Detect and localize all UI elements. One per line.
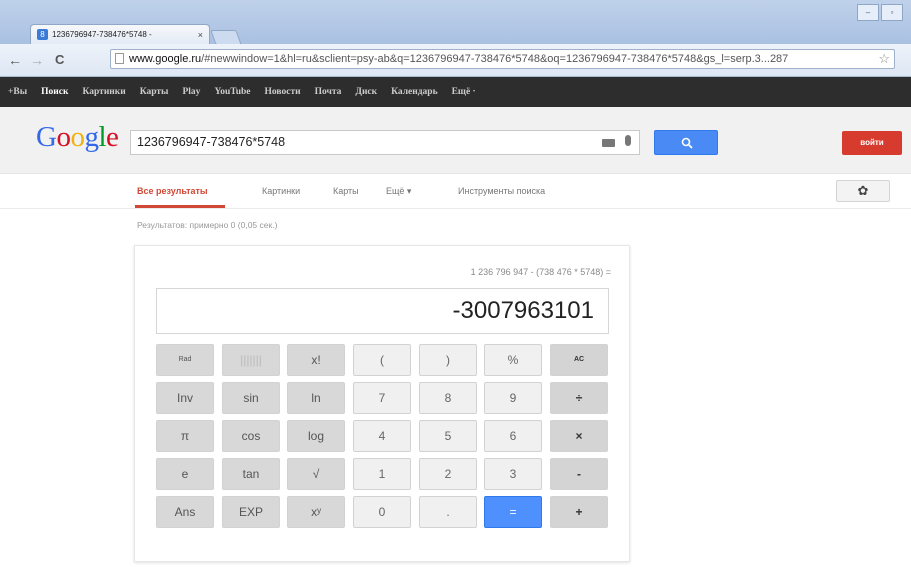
key-power-button[interactable]: xʸ: [287, 496, 345, 528]
key-ln-button[interactable]: ln: [287, 382, 345, 414]
key-7-button[interactable]: 7: [353, 382, 411, 414]
tab-title: 1236796947-738476*5748 -: [52, 30, 152, 39]
key-close-paren-button[interactable]: ): [419, 344, 477, 376]
window-controls: – ▫: [857, 4, 903, 21]
new-tab-button[interactable]: [210, 30, 242, 45]
key-3-button[interactable]: 3: [484, 458, 542, 490]
gbar-item[interactable]: Новости: [265, 87, 301, 97]
gbar-item[interactable]: YouTube: [214, 87, 250, 97]
google-favicon-icon: 8: [37, 29, 48, 40]
calculator-card: 1 236 796 947 - (738 476 * 5748) = -3007…: [134, 245, 630, 562]
address-bar[interactable]: www.google.ru/#newwindow=1&hl=ru&sclient…: [110, 49, 895, 69]
tab-close-icon[interactable]: ×: [198, 30, 203, 40]
tab-all-results[interactable]: Все результаты: [137, 186, 208, 196]
key-e-button[interactable]: e: [156, 458, 214, 490]
search-icon: [681, 137, 693, 149]
google-top-bar: +Вы Поиск Картинки Карты Play YouTube Новости П…: [0, 77, 911, 107]
key-log-button[interactable]: log: [287, 420, 345, 452]
gbar-item[interactable]: +Вы: [8, 87, 27, 97]
google-logo[interactable]: Google: [36, 121, 119, 154]
key-divide-button[interactable]: ÷: [550, 382, 608, 414]
url-path: /#newwindow=1&hl=ru&sclient=psy-ab&q=123…: [201, 53, 789, 65]
gbar-item[interactable]: Поиск: [41, 87, 68, 97]
search-button[interactable]: [654, 130, 718, 155]
page-icon: [115, 53, 124, 64]
results-stats: Результатов: примерно 0 (0,05 сек.): [137, 220, 278, 230]
tab-search-tools[interactable]: Инструменты поиска: [458, 186, 545, 196]
gbar-item[interactable]: Почта: [315, 87, 342, 97]
key-minus-button[interactable]: -: [550, 458, 608, 490]
search-input[interactable]: 1236796947-738476*5748: [130, 130, 640, 155]
gbar-item[interactable]: Диск: [355, 87, 377, 97]
key-ans-button[interactable]: Ans: [156, 496, 214, 528]
browser-tab[interactable]: 8 1236796947-738476*5748 - ×: [30, 24, 210, 44]
url-host: www.google.ru: [129, 53, 202, 65]
key-5-button[interactable]: 5: [419, 420, 477, 452]
key-4-button[interactable]: 4: [353, 420, 411, 452]
bookmark-star-icon[interactable]: ☆: [878, 50, 890, 68]
key-all-clear-button[interactable]: AC: [550, 344, 608, 376]
gear-icon[interactable]: ✿: [836, 180, 890, 202]
browser-titlebar: 8 1236796947-738476*5748 - × – ▫: [0, 0, 911, 45]
key-factorial-button[interactable]: x!: [287, 344, 345, 376]
key-2-button[interactable]: 2: [419, 458, 477, 490]
gbar-item[interactable]: Картинки: [82, 87, 125, 97]
gbar-item[interactable]: Календарь: [391, 87, 437, 97]
search-header: Google 1236796947-738476*5748 войти: [0, 107, 911, 174]
key-0-button[interactable]: 0: [353, 496, 411, 528]
key-6-button[interactable]: 6: [484, 420, 542, 452]
key-sin-button[interactable]: sin: [222, 382, 280, 414]
key-inv-button[interactable]: Inv: [156, 382, 214, 414]
key-cos-button[interactable]: cos: [222, 420, 280, 452]
key-deg-button[interactable]: |||||||: [222, 344, 280, 376]
keyboard-icon[interactable]: [602, 139, 615, 147]
key-exp-button[interactable]: EXP: [222, 496, 280, 528]
search-query: 1236796947-738476*5748: [137, 135, 286, 149]
key-8-button[interactable]: 8: [419, 382, 477, 414]
key-sqrt-button[interactable]: √: [287, 458, 345, 490]
tab-more[interactable]: Ещё ▾: [386, 186, 411, 197]
key-equals-button[interactable]: =: [484, 496, 542, 528]
key-multiply-button[interactable]: ×: [550, 420, 608, 452]
active-tab-underline: [135, 205, 225, 208]
gbar-item[interactable]: Ещё ·: [452, 87, 476, 97]
reload-icon[interactable]: C: [55, 52, 64, 67]
key-decimal-button[interactable]: .: [419, 496, 477, 528]
key-percent-button[interactable]: %: [484, 344, 542, 376]
calc-display: -3007963101: [156, 288, 609, 334]
key-tan-button[interactable]: tan: [222, 458, 280, 490]
tab-images[interactable]: Картинки: [262, 186, 300, 196]
maximize-icon[interactable]: ▫: [881, 4, 903, 21]
results-nav: Все результаты Картинки Карты Ещё ▾ Инст…: [0, 174, 911, 209]
tab-maps[interactable]: Карты: [333, 186, 359, 196]
signin-button[interactable]: войти: [842, 131, 902, 155]
microphone-icon[interactable]: [625, 135, 631, 146]
gbar-item[interactable]: Карты: [140, 87, 169, 97]
forward-arrow-icon[interactable]: →: [30, 52, 44, 68]
back-arrow-icon[interactable]: ←: [8, 52, 22, 68]
calc-expression: 1 236 796 947 - (738 476 * 5748) =: [470, 267, 611, 277]
key-open-paren-button[interactable]: (: [353, 344, 411, 376]
gbar-item[interactable]: Play: [182, 87, 200, 97]
key-pi-button[interactable]: π: [156, 420, 214, 452]
browser-toolbar: ← → C www.google.ru/#newwindow=1&hl=ru&s…: [0, 44, 911, 77]
minimize-icon[interactable]: –: [857, 4, 879, 21]
key-plus-button[interactable]: +: [550, 496, 608, 528]
key-1-button[interactable]: 1: [353, 458, 411, 490]
key-rad-button[interactable]: Rad: [156, 344, 214, 376]
key-9-button[interactable]: 9: [484, 382, 542, 414]
